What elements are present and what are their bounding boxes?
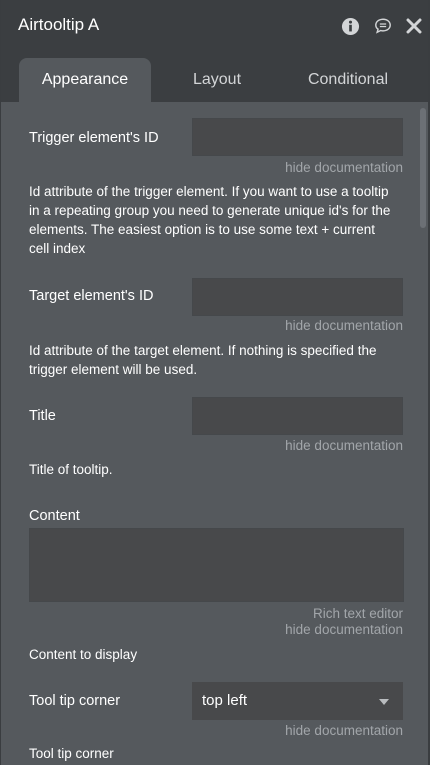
- corner-hide-documentation-link[interactable]: hide documentation: [251, 723, 403, 738]
- trigger-id-input[interactable]: [192, 118, 403, 156]
- tab-conditional[interactable]: Conditional: [283, 58, 413, 102]
- panel-title: Airtooltip A: [18, 15, 100, 34]
- target-id-input[interactable]: [192, 278, 403, 316]
- tab-appearance[interactable]: Appearance: [19, 58, 151, 102]
- scrollbar-thumb[interactable]: [420, 108, 426, 228]
- info-icon[interactable]: [340, 16, 360, 36]
- trigger-id-documentation: Id attribute of the trigger element. If …: [29, 184, 391, 256]
- close-icon[interactable]: [404, 16, 424, 36]
- trigger-hide-documentation-link[interactable]: hide documentation: [251, 160, 403, 175]
- tab-layout[interactable]: Layout: [157, 58, 277, 102]
- content-documentation: Content to display: [29, 647, 138, 662]
- panel-header: Airtooltip A: [1, 0, 428, 52]
- rich-text-editor-link[interactable]: Rich text editor: [251, 606, 403, 621]
- trigger-id-label: Trigger element's ID: [29, 130, 159, 146]
- content-hide-documentation-link[interactable]: hide documentation: [251, 622, 403, 637]
- tooltip-corner-selected-value: top left: [202, 692, 248, 709]
- target-hide-documentation-link[interactable]: hide documentation: [251, 318, 403, 333]
- comment-icon[interactable]: [373, 16, 393, 36]
- content-label: Content: [29, 508, 80, 524]
- title-label: Title: [29, 408, 56, 424]
- target-id-documentation: Id attribute of the target element. If n…: [29, 343, 377, 377]
- tooltip-corner-label: Tool tip corner: [29, 693, 121, 709]
- tooltip-corner-dropdown[interactable]: top left: [192, 682, 403, 720]
- title-hide-documentation-link[interactable]: hide documentation: [251, 438, 403, 453]
- chevron-down-icon: [379, 699, 389, 705]
- tooltip-corner-documentation: Tool tip corner: [29, 746, 114, 761]
- tab-bar: Appearance Layout Conditional: [1, 52, 428, 102]
- title-input[interactable]: [192, 397, 403, 435]
- target-id-label: Target element's ID: [29, 288, 154, 304]
- property-editor-panel: Airtooltip A Appearance Layout Condition…: [0, 0, 430, 765]
- title-documentation: Title of tooltip.: [29, 462, 113, 477]
- content-rich-text-input[interactable]: [29, 528, 404, 602]
